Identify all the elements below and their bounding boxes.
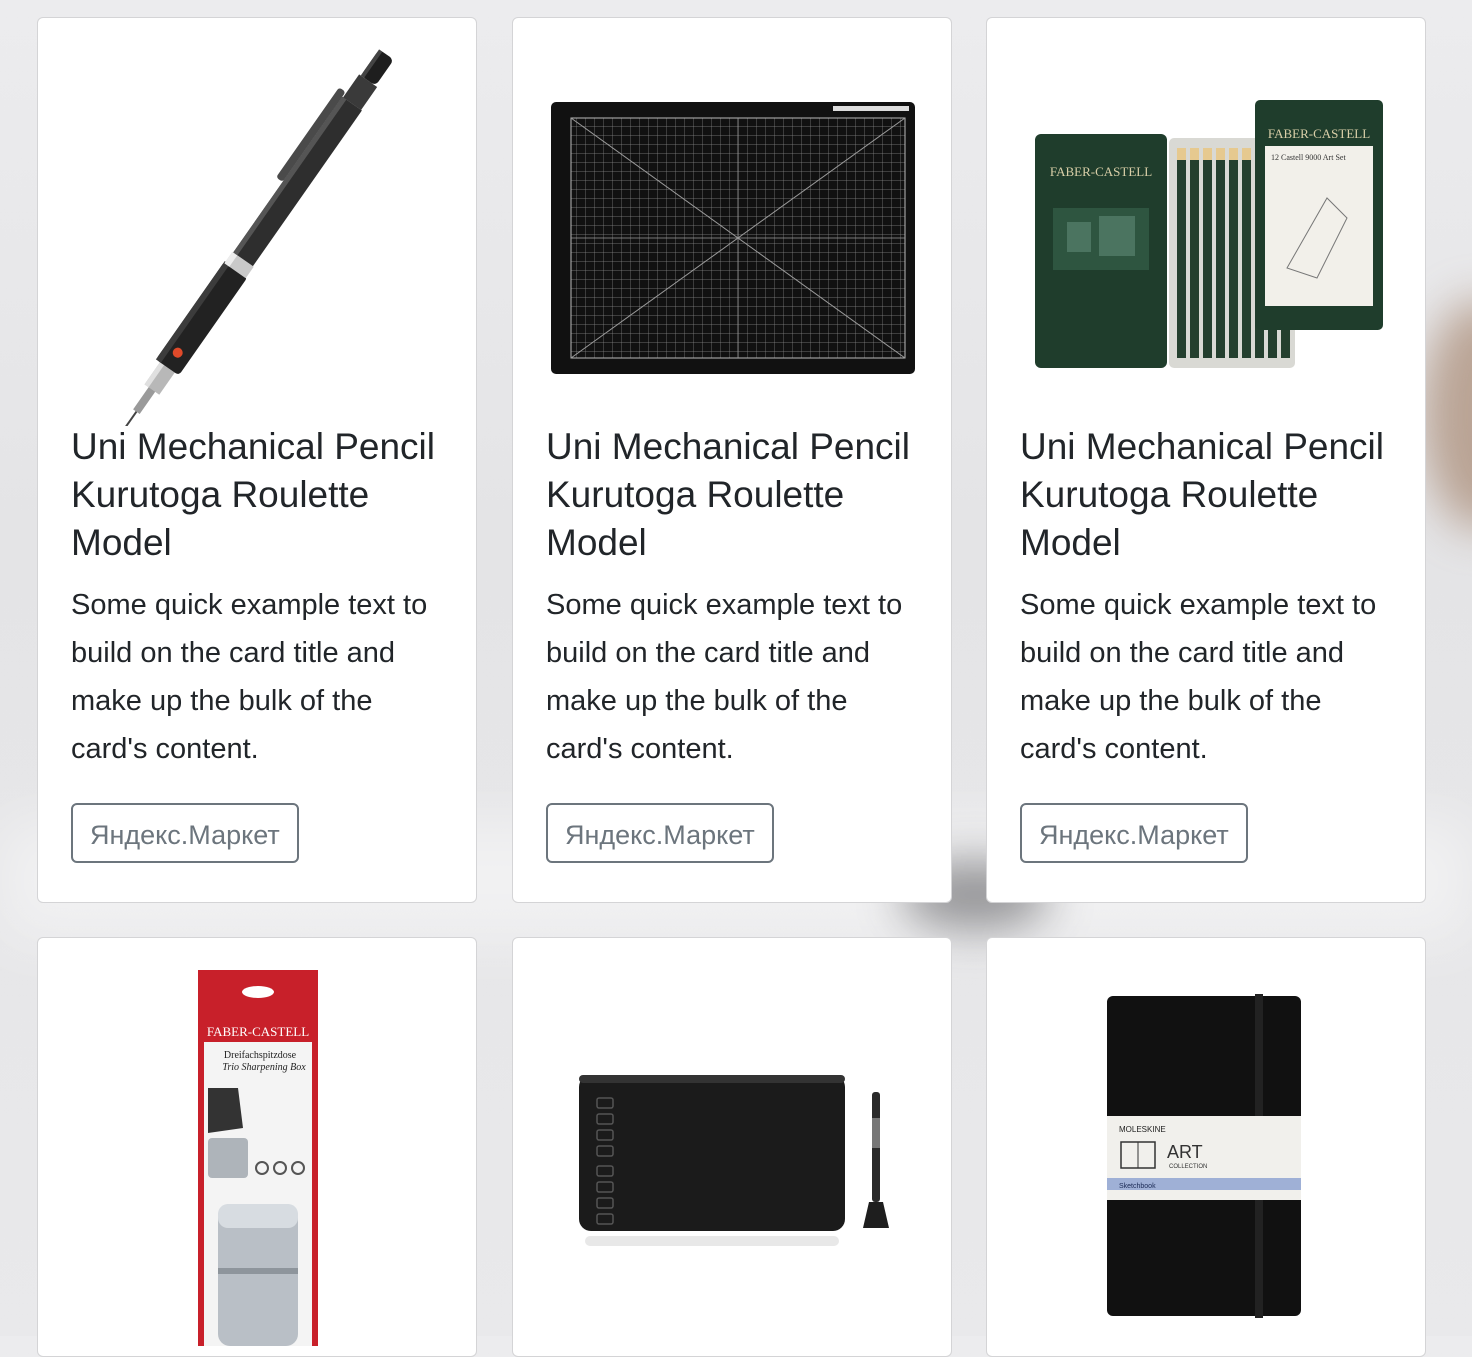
product-card: Uni Mechanical Pencil Kurutoga Roulette … [512,17,952,903]
product-card: FABER-CASTELL FABER-CASTELL 12 Castell 9… [986,17,1426,903]
product-card [512,937,952,1357]
card-text: Some quick example text to build on the … [71,589,428,765]
brand-text: FABER-CASTELL [1268,126,1370,141]
card-text: Some quick example text to build on the … [546,589,903,765]
yandex-market-button[interactable]: Яндекс.Маркет [71,803,299,863]
product-name-de: Dreifachspitzdose [224,1050,297,1061]
mechanical-pencil-image [38,18,476,426]
yandex-market-button[interactable]: Яндекс.Маркет [1020,803,1248,863]
card-body: Uni Mechanical Pencil Kurutoga Roulette … [1020,423,1400,863]
card-title: Uni Mechanical Pencil Kurutoga Roulette … [546,426,911,563]
yandex-market-button[interactable]: Яндекс.Маркет [546,803,774,863]
brand-text: FABER-CASTELL [1050,164,1152,179]
card-text: Some quick example text to build on the … [1020,589,1377,765]
graphics-tablet-image [513,938,951,1346]
card-body: Uni Mechanical Pencil Kurutoga Roulette … [71,423,451,863]
brand-text: FABER-CASTELL [207,1024,309,1039]
faber-castell-sharpener-image: FABER-CASTELL Dreifachspitzdose Trio Sha… [38,938,476,1346]
card-title: Uni Mechanical Pencil Kurutoga Roulette … [1020,426,1385,563]
label-text: Sketchbook [1119,1183,1156,1190]
faber-castell-pencil-set-image: FABER-CASTELL FABER-CASTELL 12 Castell 9… [987,18,1425,426]
product-card: FABER-CASTELL Dreifachspitzdose Trio Sha… [37,937,477,1357]
brand-text: MOLESKINE [1119,1125,1166,1134]
moleskine-sketchbook-image: MOLESKINE ART COLLECTION Sketchbook [987,938,1425,1346]
product-card: Uni Mechanical Pencil Kurutoga Roulette … [37,17,477,903]
set-label: 12 Castell 9000 Art Set [1271,153,1346,162]
product-card: MOLESKINE ART COLLECTION Sketchbook [986,937,1426,1357]
cutting-mat-image [513,18,951,426]
collection-text: COLLECTION [1169,1164,1207,1170]
card-title: Uni Mechanical Pencil Kurutoga Roulette … [71,426,436,563]
background-blur-shape [1422,300,1472,530]
card-body: Uni Mechanical Pencil Kurutoga Roulette … [546,423,926,863]
product-name-en: Trio Sharpening Box [222,1062,306,1073]
line-text: ART [1167,1142,1203,1162]
